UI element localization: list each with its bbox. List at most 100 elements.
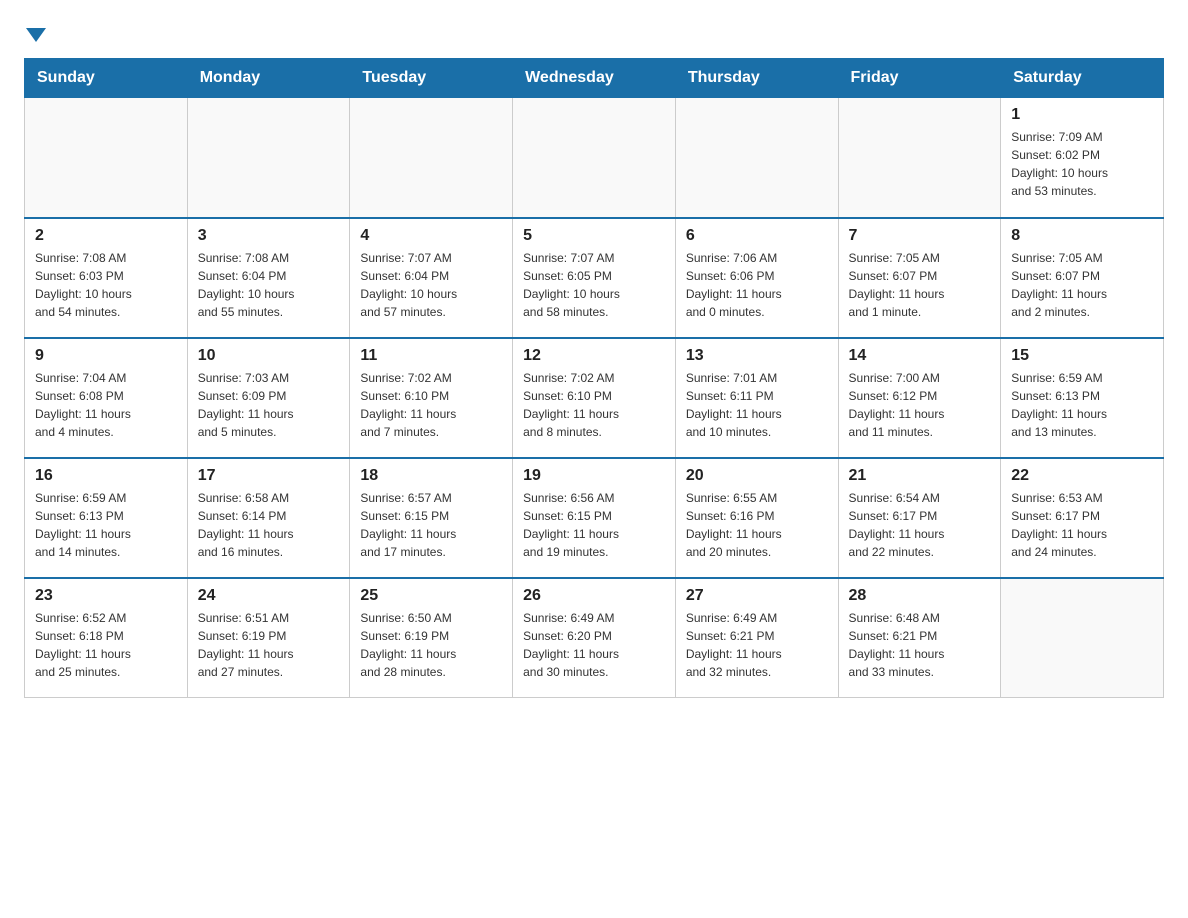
calendar-cell: 5 Sunrise: 7:07 AM Sunset: 6:05 PM Daylig…	[513, 218, 676, 338]
calendar-cell: 14 Sunrise: 7:00 AM Sunset: 6:12 PM Dayli…	[838, 338, 1001, 458]
day-info: Sunrise: 6:53 AM Sunset: 6:17 PM Dayligh…	[1011, 489, 1153, 561]
calendar-cell: 21 Sunrise: 6:54 AM Sunset: 6:17 PM Dayli…	[838, 458, 1001, 578]
day-number: 24	[198, 587, 340, 605]
day-number: 20	[686, 467, 828, 485]
calendar-cell: 6Sunrise: 7:06 AM Sunset: 6:06 PM Daylig…	[675, 218, 838, 338]
day-info: Sunrise: 7:07 AM Sunset: 6:05 PM Dayligh…	[523, 249, 665, 321]
calendar-cell: 7 Sunrise: 7:05 AM Sunset: 6:07 PM Daylig…	[838, 218, 1001, 338]
day-number: 1	[1011, 106, 1153, 124]
day-info: Sunrise: 7:06 AM Sunset: 6:06 PM Dayligh…	[686, 249, 828, 321]
day-info: Sunrise: 7:00 AM Sunset: 6:12 PM Dayligh…	[849, 369, 991, 441]
calendar-week-row: 2Sunrise: 7:08 AM Sunset: 6:03 PM Daylig…	[25, 218, 1164, 338]
logo-arrow-icon	[26, 28, 46, 42]
day-info: Sunrise: 6:59 AM Sunset: 6:13 PM Dayligh…	[35, 489, 177, 561]
calendar-cell: 19Sunrise: 6:56 AM Sunset: 6:15 PM Dayli…	[513, 458, 676, 578]
calendar-cell: 9 Sunrise: 7:04 AM Sunset: 6:08 PM Daylig…	[25, 338, 188, 458]
day-info: Sunrise: 7:08 AM Sunset: 6:04 PM Dayligh…	[198, 249, 340, 321]
day-number: 28	[849, 587, 991, 605]
day-info: Sunrise: 7:09 AM Sunset: 6:02 PM Dayligh…	[1011, 128, 1153, 200]
logo	[24, 24, 46, 42]
day-number: 15	[1011, 347, 1153, 365]
calendar-cell: 2Sunrise: 7:08 AM Sunset: 6:03 PM Daylig…	[25, 218, 188, 338]
calendar-cell: 15 Sunrise: 6:59 AM Sunset: 6:13 PM Dayli…	[1001, 338, 1164, 458]
day-info: Sunrise: 6:50 AM Sunset: 6:19 PM Dayligh…	[360, 609, 502, 681]
day-of-week-header: Wednesday	[513, 59, 676, 98]
day-number: 17	[198, 467, 340, 485]
day-info: Sunrise: 6:55 AM Sunset: 6:16 PM Dayligh…	[686, 489, 828, 561]
calendar-cell: 17 Sunrise: 6:58 AM Sunset: 6:14 PM Dayli…	[187, 458, 350, 578]
calendar-cell: 12 Sunrise: 7:02 AM Sunset: 6:10 PM Dayli…	[513, 338, 676, 458]
day-info: Sunrise: 7:04 AM Sunset: 6:08 PM Dayligh…	[35, 369, 177, 441]
calendar-cell: 25 Sunrise: 6:50 AM Sunset: 6:19 PM Dayli…	[350, 578, 513, 698]
day-number: 16	[35, 467, 177, 485]
calendar-cell	[675, 98, 838, 218]
calendar-cell: 22 Sunrise: 6:53 AM Sunset: 6:17 PM Dayli…	[1001, 458, 1164, 578]
day-number: 3	[198, 227, 340, 245]
day-info: Sunrise: 7:02 AM Sunset: 6:10 PM Dayligh…	[523, 369, 665, 441]
day-number: 14	[849, 347, 991, 365]
calendar-cell	[350, 98, 513, 218]
day-of-week-header: Friday	[838, 59, 1001, 98]
calendar-cell: 13 Sunrise: 7:01 AM Sunset: 6:11 PM Dayli…	[675, 338, 838, 458]
day-info: Sunrise: 6:49 AM Sunset: 6:21 PM Dayligh…	[686, 609, 828, 681]
day-info: Sunrise: 6:48 AM Sunset: 6:21 PM Dayligh…	[849, 609, 991, 681]
day-info: Sunrise: 7:05 AM Sunset: 6:07 PM Dayligh…	[849, 249, 991, 321]
calendar-cell	[513, 98, 676, 218]
day-info: Sunrise: 6:54 AM Sunset: 6:17 PM Dayligh…	[849, 489, 991, 561]
calendar-cell	[1001, 578, 1164, 698]
calendar-week-row: 1 Sunrise: 7:09 AM Sunset: 6:02 PM Daylig…	[25, 98, 1164, 218]
day-number: 27	[686, 587, 828, 605]
day-info: Sunrise: 6:52 AM Sunset: 6:18 PM Dayligh…	[35, 609, 177, 681]
page-header	[24, 24, 1164, 42]
calendar-cell: 1 Sunrise: 7:09 AM Sunset: 6:02 PM Daylig…	[1001, 98, 1164, 218]
calendar-cell	[838, 98, 1001, 218]
day-of-week-header: Thursday	[675, 59, 838, 98]
day-number: 2	[35, 227, 177, 245]
calendar-cell: 24 Sunrise: 6:51 AM Sunset: 6:19 PM Dayli…	[187, 578, 350, 698]
day-number: 4	[360, 227, 502, 245]
calendar-cell	[187, 98, 350, 218]
calendar-week-row: 9 Sunrise: 7:04 AM Sunset: 6:08 PM Daylig…	[25, 338, 1164, 458]
calendar-cell: 23 Sunrise: 6:52 AM Sunset: 6:18 PM Dayli…	[25, 578, 188, 698]
day-number: 25	[360, 587, 502, 605]
calendar-cell: 27 Sunrise: 6:49 AM Sunset: 6:21 PM Dayli…	[675, 578, 838, 698]
calendar-header-row: SundayMondayTuesdayWednesdayThursdayFrid…	[25, 59, 1164, 98]
day-number: 19	[523, 467, 665, 485]
day-number: 18	[360, 467, 502, 485]
day-number: 12	[523, 347, 665, 365]
calendar-cell: 28 Sunrise: 6:48 AM Sunset: 6:21 PM Dayli…	[838, 578, 1001, 698]
day-info: Sunrise: 6:58 AM Sunset: 6:14 PM Dayligh…	[198, 489, 340, 561]
calendar-week-row: 16 Sunrise: 6:59 AM Sunset: 6:13 PM Dayli…	[25, 458, 1164, 578]
day-of-week-header: Monday	[187, 59, 350, 98]
day-number: 9	[35, 347, 177, 365]
day-info: Sunrise: 6:49 AM Sunset: 6:20 PM Dayligh…	[523, 609, 665, 681]
calendar-table: SundayMondayTuesdayWednesdayThursdayFrid…	[24, 58, 1164, 698]
day-of-week-header: Sunday	[25, 59, 188, 98]
calendar-cell: 10 Sunrise: 7:03 AM Sunset: 6:09 PM Dayli…	[187, 338, 350, 458]
calendar-cell: 16 Sunrise: 6:59 AM Sunset: 6:13 PM Dayli…	[25, 458, 188, 578]
calendar-cell: 8Sunrise: 7:05 AM Sunset: 6:07 PM Daylig…	[1001, 218, 1164, 338]
day-number: 5	[523, 227, 665, 245]
day-info: Sunrise: 7:03 AM Sunset: 6:09 PM Dayligh…	[198, 369, 340, 441]
day-number: 13	[686, 347, 828, 365]
calendar-week-row: 23 Sunrise: 6:52 AM Sunset: 6:18 PM Dayli…	[25, 578, 1164, 698]
day-number: 8	[1011, 227, 1153, 245]
day-number: 10	[198, 347, 340, 365]
day-of-week-header: Tuesday	[350, 59, 513, 98]
day-info: Sunrise: 7:01 AM Sunset: 6:11 PM Dayligh…	[686, 369, 828, 441]
calendar-cell: 18 Sunrise: 6:57 AM Sunset: 6:15 PM Dayli…	[350, 458, 513, 578]
day-number: 22	[1011, 467, 1153, 485]
day-info: Sunrise: 7:02 AM Sunset: 6:10 PM Dayligh…	[360, 369, 502, 441]
calendar-cell: 26 Sunrise: 6:49 AM Sunset: 6:20 PM Dayli…	[513, 578, 676, 698]
day-info: Sunrise: 6:51 AM Sunset: 6:19 PM Dayligh…	[198, 609, 340, 681]
day-info: Sunrise: 6:57 AM Sunset: 6:15 PM Dayligh…	[360, 489, 502, 561]
day-number: 7	[849, 227, 991, 245]
day-info: Sunrise: 6:59 AM Sunset: 6:13 PM Dayligh…	[1011, 369, 1153, 441]
day-number: 26	[523, 587, 665, 605]
calendar-cell: 4 Sunrise: 7:07 AM Sunset: 6:04 PM Daylig…	[350, 218, 513, 338]
day-number: 21	[849, 467, 991, 485]
calendar-cell: 3 Sunrise: 7:08 AM Sunset: 6:04 PM Daylig…	[187, 218, 350, 338]
day-number: 23	[35, 587, 177, 605]
day-info: Sunrise: 7:07 AM Sunset: 6:04 PM Dayligh…	[360, 249, 502, 321]
calendar-cell: 11Sunrise: 7:02 AM Sunset: 6:10 PM Dayli…	[350, 338, 513, 458]
